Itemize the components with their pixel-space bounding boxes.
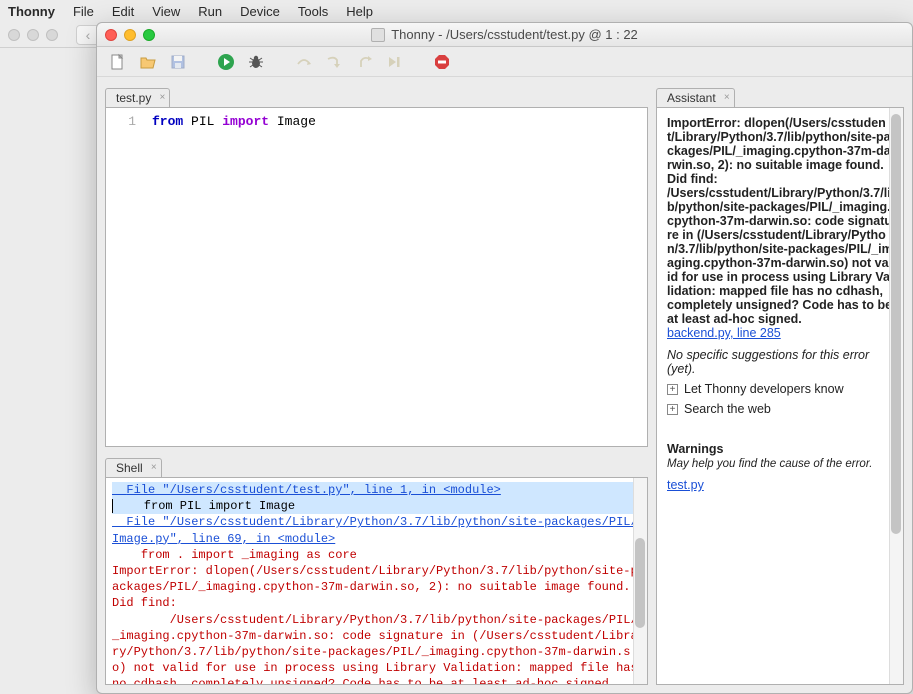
assistant-action-search[interactable]: + Search the web	[667, 402, 893, 416]
assistant-content[interactable]: ImportError: dlopen(/Users/csstudent/Lib…	[657, 108, 903, 684]
toolbar	[97, 47, 912, 77]
close-tab-icon[interactable]: ×	[160, 92, 166, 103]
resume-button[interactable]	[383, 51, 405, 73]
shell-line[interactable]: File "/Users/csstudent/Library/Python/3.…	[112, 514, 641, 546]
debug-button[interactable]	[245, 51, 267, 73]
expand-icon[interactable]: +	[667, 404, 678, 415]
thonny-titlebar[interactable]: Thonny - /Users/csstudent/test.py @ 1 : …	[97, 23, 912, 47]
shell-line: /Users/csstudent/Library/Python/3.7/lib/…	[112, 612, 641, 685]
shell-body-container: File "/Users/csstudent/test.py", line 1,…	[105, 477, 648, 685]
assistant-column: Assistant × ImportError: dlopen(/Users/c…	[656, 85, 904, 685]
assistant-error-text: ImportError: dlopen(/Users/csstudent/Lib…	[667, 116, 893, 326]
menu-device[interactable]: Device	[240, 4, 280, 19]
shell-line: from PIL import Image	[112, 498, 641, 514]
new-file-button[interactable]	[107, 51, 129, 73]
menu-tools[interactable]: Tools	[298, 4, 328, 19]
shell-line: from . import _imaging as core	[112, 547, 641, 563]
menu-view[interactable]: View	[152, 4, 180, 19]
warnings-subtext: May help you find the cause of the error…	[667, 458, 893, 470]
traffic-lights	[105, 29, 155, 41]
left-column: test.py × 1 from PIL import Image Shell …	[105, 85, 648, 685]
minimize-window-icon[interactable]	[124, 29, 136, 41]
shell-tab-label: Shell	[116, 461, 143, 475]
editor-tab-label: test.py	[116, 91, 151, 105]
expand-icon[interactable]: +	[667, 384, 678, 395]
bg-close-icon[interactable]	[8, 29, 20, 41]
assistant-action-report[interactable]: + Let Thonny developers know	[667, 382, 893, 396]
stop-button[interactable]	[431, 51, 453, 73]
menu-run[interactable]: Run	[198, 4, 222, 19]
editor-body[interactable]: 1 from PIL import Image	[105, 107, 648, 447]
close-window-icon[interactable]	[105, 29, 117, 41]
shell-pane: Shell × File "/Users/csstudent/test.py",…	[105, 455, 648, 685]
editor-tab[interactable]: test.py ×	[105, 88, 170, 107]
zoom-window-icon[interactable]	[143, 29, 155, 41]
editor-gutter: 1	[106, 108, 144, 446]
open-file-button[interactable]	[137, 51, 159, 73]
warnings-heading: Warnings	[667, 442, 893, 456]
step-out-button[interactable]	[353, 51, 375, 73]
assistant-no-suggestions: No specific suggestions for this error (…	[667, 348, 893, 376]
assistant-body-container: ImportError: dlopen(/Users/csstudent/Lib…	[656, 107, 904, 685]
code-area[interactable]: from PIL import Image	[144, 108, 647, 446]
run-button[interactable]	[215, 51, 237, 73]
window-title: Thonny - /Users/csstudent/test.py @ 1 : …	[97, 27, 912, 42]
bg-zoom-icon[interactable]	[46, 29, 58, 41]
menu-app-name[interactable]: Thonny	[8, 4, 55, 19]
shell-scrollbar[interactable]	[633, 478, 647, 684]
main-area: test.py × 1 from PIL import Image Shell …	[97, 77, 912, 693]
assistant-backend-link[interactable]: backend.py, line 285	[667, 326, 781, 340]
assistant-tab[interactable]: Assistant ×	[656, 88, 735, 107]
menu-file[interactable]: File	[73, 4, 94, 19]
shell-output[interactable]: File "/Users/csstudent/test.py", line 1,…	[106, 478, 647, 684]
editor-pane: test.py × 1 from PIL import Image	[105, 85, 648, 447]
bg-minimize-icon[interactable]	[27, 29, 39, 41]
save-button[interactable]	[167, 51, 189, 73]
warning-file-link[interactable]: test.py	[667, 478, 704, 492]
shell-tab[interactable]: Shell ×	[105, 458, 162, 477]
menu-help[interactable]: Help	[346, 4, 373, 19]
bg-traffic-lights	[8, 29, 58, 41]
document-proxy-icon	[371, 28, 385, 42]
step-over-button[interactable]	[293, 51, 315, 73]
thonny-window: Thonny - /Users/csstudent/test.py @ 1 : …	[96, 22, 913, 694]
close-shell-tab-icon[interactable]: ×	[151, 462, 157, 473]
step-into-button[interactable]	[323, 51, 345, 73]
assistant-tab-label: Assistant	[667, 91, 716, 105]
assistant-scrollbar[interactable]	[889, 108, 903, 684]
shell-line[interactable]: File "/Users/csstudent/test.py", line 1,…	[112, 482, 641, 498]
mac-menubar: Thonny File Edit View Run Device Tools H…	[0, 0, 913, 22]
shell-line: ImportError: dlopen(/Users/csstudent/Lib…	[112, 563, 641, 612]
close-assistant-tab-icon[interactable]: ×	[724, 92, 730, 103]
menu-edit[interactable]: Edit	[112, 4, 134, 19]
